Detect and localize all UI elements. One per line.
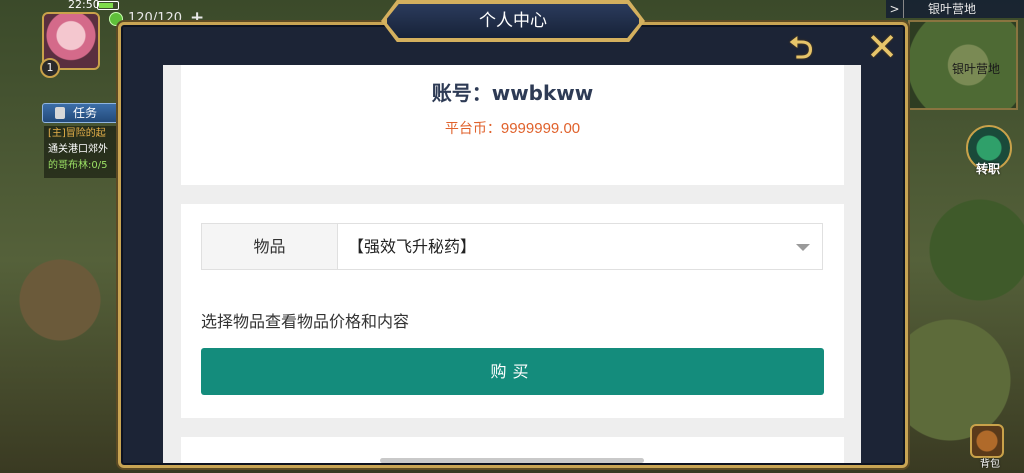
dialog-title: 个人中心 <box>385 2 641 40</box>
quest-tracker[interactable]: [主]冒险的起 通关港口郊外 的哥布林:0/5 <box>44 126 120 178</box>
coins-value: 9999999.00 <box>500 120 581 137</box>
platform-coins: 平台币：9999999.00 <box>181 118 844 138</box>
close-button[interactable]: ✕ <box>862 28 902 66</box>
item-select[interactable]: 物品 【强效飞升秘药】 <box>201 223 823 270</box>
item-select-value[interactable]: 【强效飞升秘药】 <box>348 224 476 269</box>
scroll-icon <box>55 107 65 119</box>
close-x-icon: ✕ <box>866 25 898 69</box>
account-card: 账号：wwbkww 平台币：9999999.00 <box>181 65 844 185</box>
minimap-header[interactable]: > 银叶营地 <box>886 0 1024 18</box>
quest-tab-label: 任务 <box>73 106 98 120</box>
scroll-indicator[interactable] <box>380 458 644 463</box>
backpack-label: 背包 <box>980 459 1000 470</box>
battery-icon <box>97 1 119 10</box>
quest-tab[interactable]: 任务 <box>42 103 122 123</box>
dialog-content[interactable]: 账号：wwbkww 平台币：9999999.00 物品 【强效飞升秘药】 选择物… <box>163 65 861 463</box>
coins-label: 平台币： <box>444 121 501 137</box>
minimap-title: 银叶营地 <box>928 2 977 16</box>
buy-button[interactable]: 购买 <box>201 348 824 395</box>
expand-arrow-icon[interactable]: > <box>886 0 904 18</box>
player-level-badge: 1 <box>40 58 60 78</box>
back-arrow-icon: ⮌ <box>788 31 814 66</box>
account-name: 账号：wwbkww <box>431 81 594 105</box>
minimap-location-label: 银叶营地 <box>952 62 1001 76</box>
chevron-down-icon[interactable] <box>796 244 810 251</box>
item-select-label: 物品 <box>202 224 338 269</box>
status-time: 22:50 <box>68 0 100 11</box>
shop-card: 物品 【强效飞升秘药】 选择物品查看物品价格和内容 购买 <box>181 204 844 418</box>
quest-line: [主]冒险的起 <box>48 128 106 139</box>
quest-line: 通关港口郊外 <box>48 144 108 155</box>
quest-line: 的哥布林:0/5 <box>48 160 108 171</box>
item-hint: 选择物品查看物品价格和内容 <box>201 312 410 331</box>
back-button[interactable]: ⮌ <box>778 34 824 66</box>
backpack-button[interactable] <box>970 424 1004 458</box>
class-change-label: 转职 <box>976 162 1001 176</box>
